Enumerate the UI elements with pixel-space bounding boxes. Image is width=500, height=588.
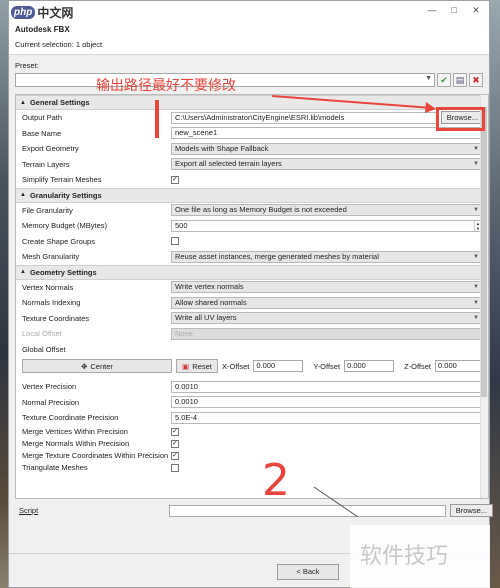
merge-normals-label: Merge Normals Within Precision (22, 439, 130, 448)
dialog-subtitle: Current selection: 1 object (15, 40, 103, 49)
annotation-vertical-mark (155, 100, 159, 138)
section-granularity-settings[interactable]: ▲ Granularity Settings (16, 187, 488, 203)
file-granularity-label: File Granularity (22, 205, 73, 215)
y-offset-label: Y-Offset (313, 361, 341, 371)
vertex-normals-label: Vertex Normals (22, 282, 74, 292)
back-button[interactable]: < Back (277, 564, 339, 580)
shape-groups-label: Create Shape Groups (22, 236, 95, 246)
normals-indexing-select[interactable]: Allow shared normals ▼ (171, 296, 482, 309)
scrollbar-thumb[interactable] (481, 107, 487, 397)
z-offset-field[interactable]: 0.000 (435, 360, 486, 372)
x-offset-field[interactable]: 0.000 (253, 360, 304, 372)
watermark-text: 软件技巧 (360, 544, 449, 569)
vertex-precision-label: Vertex Precision (22, 382, 77, 392)
mesh-granularity-label: Mesh Granularity (22, 252, 80, 262)
normal-precision-field[interactable]: 0.0010 (171, 396, 482, 409)
script-browse-button[interactable]: Browse... (449, 504, 493, 517)
simplify-terrain-label: Simplify Terrain Meshes (22, 175, 102, 185)
simplify-terrain-checkbox[interactable]: ✓ (171, 175, 179, 184)
delete-preset-button[interactable]: ✖ (469, 73, 483, 87)
chevron-down-icon: ▼ (473, 299, 479, 306)
chevron-down-icon: ▼ (425, 75, 432, 82)
chevron-down-icon: ▼ (473, 284, 479, 291)
annotation-number: 2 (262, 455, 290, 506)
terrain-layers-select[interactable]: Export all selected terrain layers ▼ (171, 158, 482, 171)
local-offset-select: None (171, 327, 482, 340)
annotation-output-path-note: 输出路径最好不要修改 (96, 77, 236, 93)
settings-panel[interactable]: ▲ General Settings Output Path C:\Users\A… (15, 94, 489, 499)
export-geometry-label: Export Geometry (22, 144, 79, 154)
merge-texcoords-label: Merge Texture Coordinates Within Precisi… (22, 451, 169, 460)
texture-coordinates-label: Texture Coordinates (22, 313, 90, 323)
file-granularity-select[interactable]: One file as long as Memory Budget is not… (171, 204, 482, 217)
collapse-icon: ▲ (20, 192, 26, 198)
texcoord-precision-label: Texture Coordinate Precision (22, 413, 119, 423)
collapse-icon: ▲ (20, 99, 26, 106)
chevron-down-icon: ▼ (473, 253, 479, 260)
z-offset-label: Z-Offset (404, 361, 432, 371)
logo-text: 中文网 (37, 5, 74, 20)
settings-scrollbar[interactable] (480, 95, 488, 498)
center-button[interactable]: ✥ Center (22, 359, 172, 373)
center-icon: ✥ (81, 361, 88, 371)
memory-budget-field[interactable]: 500 ▲ ▼ (171, 219, 482, 232)
delete-icon: ✖ (472, 75, 480, 85)
global-offset-label: Global Offset (22, 344, 66, 354)
dialog-header: Autodesk FBX Current selection: 1 object (9, 23, 489, 55)
dialog-title: Autodesk FBX (15, 25, 70, 34)
texcoord-precision-field[interactable]: 5.0E-4 (171, 411, 482, 424)
normals-indexing-label: Normals Indexing (22, 298, 81, 308)
collapse-icon: ▲ (20, 269, 26, 275)
annotation-line-icon (313, 486, 359, 518)
vertex-precision-field[interactable]: 0.0010 (171, 380, 482, 393)
apply-preset-button[interactable]: ✔ (437, 73, 451, 87)
script-row: Script Browse... (19, 504, 493, 517)
minimize-icon[interactable]: — (421, 1, 443, 19)
merge-vertices-label: Merge Vertices Within Precision (22, 427, 128, 436)
triangulate-checkbox[interactable] (171, 463, 179, 472)
site-logo: php 中文网 (9, 1, 73, 23)
normal-precision-label: Normal Precision (22, 397, 80, 407)
logo-php: php (11, 5, 36, 19)
export-geometry-select[interactable]: Models with Shape Fallback ▼ (171, 142, 482, 155)
base-name-label: Base Name (22, 128, 62, 138)
local-offset-label: Local Offset (22, 329, 62, 339)
reset-button[interactable]: ▣ Reset (176, 359, 218, 373)
save-preset-button[interactable]: ▤ (453, 73, 467, 87)
y-offset-field[interactable]: 0.000 (344, 360, 395, 372)
x-offset-label: X-Offset (222, 361, 250, 371)
terrain-layers-label: Terrain Layers (22, 159, 70, 169)
mesh-granularity-select[interactable]: Reuse asset instances, merge generated m… (171, 250, 482, 263)
chevron-down-icon: ▼ (473, 315, 479, 322)
preset-label: Preset: (15, 61, 39, 70)
script-field[interactable] (169, 504, 446, 517)
triangulate-label: Triangulate Meshes (22, 463, 88, 472)
save-icon: ▤ (455, 75, 465, 85)
output-path-label: Output Path (22, 113, 63, 123)
chevron-down-icon: ▼ (473, 161, 479, 168)
chevron-down-icon: ▼ (473, 145, 479, 152)
section-geometry-settings[interactable]: ▲ Geometry Settings (16, 264, 488, 280)
merge-vertices-checkbox[interactable]: ✓ (171, 427, 179, 436)
script-label[interactable]: Script (19, 506, 169, 515)
chevron-down-icon: ▼ (473, 207, 479, 214)
global-offset-row: ✥ Center ▣ Reset X-Offset 0.000 Y-Offset 0… (16, 357, 488, 375)
title-bar: php 中文网 — □ ✕ (9, 1, 489, 23)
maximize-icon[interactable]: □ (443, 1, 465, 19)
reset-icon: ▣ (182, 361, 190, 371)
check-icon: ✔ (440, 75, 448, 85)
merge-texcoords-checkbox[interactable]: ✓ (171, 451, 179, 460)
merge-normals-checkbox[interactable]: ✓ (171, 439, 179, 448)
vertex-normals-select[interactable]: Write vertex normals ▼ (171, 281, 482, 294)
annotation-browse-highlight (436, 107, 485, 131)
memory-budget-label: Memory Budget (MBytes) (22, 221, 108, 231)
annotation-arrow-icon (271, 95, 436, 113)
close-icon[interactable]: ✕ (465, 1, 487, 19)
shape-groups-checkbox[interactable] (171, 237, 179, 246)
texture-coordinates-select[interactable]: Write all UV layers ▼ (171, 312, 482, 325)
